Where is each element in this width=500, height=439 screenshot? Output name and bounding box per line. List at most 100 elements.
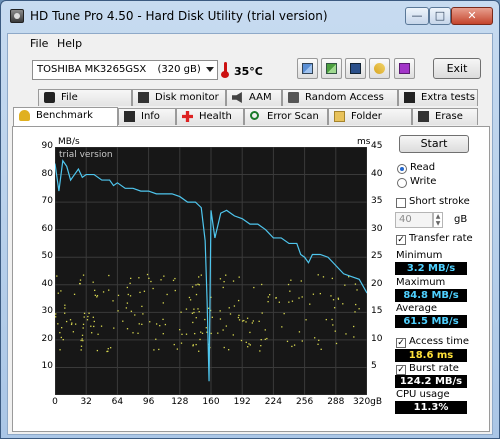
access-time-point [197, 283, 199, 285]
tab-health[interactable]: Health [176, 108, 244, 125]
maximize-button[interactable]: □ [429, 7, 451, 25]
access-time-point [223, 346, 225, 349]
access-time-point [211, 316, 213, 318]
access-time-point [241, 320, 244, 322]
access-time-point [162, 318, 164, 321]
x-tick-label: 96 [142, 397, 155, 407]
access-time-point [314, 337, 316, 339]
access-time-point [201, 332, 204, 334]
stroke-unit: gB [454, 214, 468, 225]
access-time-point [141, 305, 143, 308]
access-time-point [74, 323, 77, 325]
download-button[interactable] [394, 58, 415, 79]
tab-aam[interactable]: AAM [226, 89, 282, 106]
window-title: HD Tune Pro 4.50 - Hard Disk Utility (tr… [30, 9, 328, 23]
access-time-point [132, 332, 134, 334]
read-label: Read [410, 162, 436, 173]
access-time-point [195, 317, 197, 319]
left-tick-label: 90 [41, 141, 53, 151]
menu-help[interactable]: Help [57, 37, 82, 50]
access-time-point [80, 345, 83, 347]
short-stroke-spinner[interactable]: ▲ ▼ [433, 212, 443, 228]
access-time-point [172, 279, 175, 282]
access-time-point [208, 307, 210, 309]
options-button[interactable] [369, 58, 390, 79]
access-time-point [205, 327, 207, 329]
tab-erase[interactable]: Erase [412, 108, 478, 125]
tab-benchmark[interactable]: Benchmark [13, 107, 118, 126]
tab-disk-monitor[interactable]: Disk monitor [132, 89, 226, 106]
access-time-point [191, 312, 194, 314]
access-time-point [281, 326, 283, 328]
access-time-point [152, 287, 154, 290]
access-time-point [166, 293, 168, 296]
access-time-point [275, 297, 277, 299]
disk-monitor-icon [138, 92, 149, 103]
access-time-point [309, 303, 311, 305]
drive-select[interactable]: TOSHIBA MK3265GSX (320 gB) [32, 60, 218, 80]
info-icon [124, 111, 135, 122]
tab-random-access[interactable]: Random Access [282, 89, 398, 106]
access-time-point [245, 341, 247, 344]
start-button[interactable]: Start [399, 135, 469, 153]
menu-file[interactable]: File [30, 37, 48, 50]
copy-button[interactable] [297, 58, 318, 79]
copy-all-button[interactable] [321, 58, 342, 79]
access-time-point [92, 316, 94, 318]
download-icon [399, 63, 410, 74]
access-time-point [57, 323, 59, 325]
short-stroke-checkbox[interactable] [396, 198, 406, 208]
access-time-point [117, 310, 119, 312]
access-time-point [222, 329, 224, 331]
access-time-point [82, 323, 85, 326]
access-time-point [126, 286, 129, 289]
access-time-point [317, 274, 319, 276]
burst-rate-checkbox[interactable]: ✓ [396, 365, 406, 375]
access-time-point [251, 322, 254, 324]
close-button[interactable]: ✕ [451, 7, 493, 25]
tab-extra-tests[interactable]: Extra tests [398, 89, 478, 106]
transfer-rate-checkbox[interactable]: ✓ [396, 235, 406, 245]
access-time-point [217, 332, 219, 334]
tab-error-scan[interactable]: Error Scan [244, 108, 328, 125]
short-stroke-input[interactable]: 40 [395, 212, 433, 228]
save-button[interactable] [345, 58, 366, 79]
write-radio[interactable] [397, 178, 407, 188]
access-time-point [198, 284, 200, 286]
access-time-point [96, 295, 99, 297]
left-tick-label: 70 [41, 196, 53, 207]
access-time-point [108, 289, 110, 291]
access-time-point [219, 310, 221, 312]
title-bar[interactable]: HD Tune Pro 4.50 - Hard Disk Utility (tr… [1, 1, 499, 31]
access-time-point [249, 344, 251, 346]
access-time-point [162, 333, 164, 335]
access-time-point [228, 349, 230, 351]
benchmark-icon [19, 110, 30, 121]
exit-button[interactable]: Exit [433, 58, 481, 79]
tab-folder-usage[interactable]: Folder Usage [328, 108, 412, 137]
right-tick-label: 15 [371, 306, 383, 317]
right-axis-unit: ms [357, 137, 371, 147]
access-time-point [130, 310, 133, 312]
app-icon [10, 9, 24, 23]
access-time-point [122, 320, 124, 322]
access-time-point [56, 275, 58, 277]
left-axis-unit: MB/s [58, 137, 80, 147]
read-radio[interactable] [397, 164, 407, 174]
access-time-point [237, 316, 240, 319]
access-time-checkbox[interactable]: ✓ [396, 338, 406, 348]
access-time-point [193, 311, 195, 314]
magnifier-icon [250, 111, 259, 120]
access-time-point [79, 282, 81, 285]
access-time-point [291, 300, 294, 302]
access-time-point [150, 280, 152, 283]
x-tick-label: 224 [264, 397, 282, 407]
access-time-point [55, 316, 57, 318]
x-tick-label: 64 [111, 397, 124, 407]
maximum-value: 84.8 MB/s [395, 289, 467, 302]
minimize-button[interactable]: — [405, 7, 429, 25]
left-tick-label: 50 [41, 251, 53, 262]
tab-file-benchmark[interactable]: File Benchmark [38, 89, 132, 118]
access-time-point [195, 293, 198, 296]
tab-info[interactable]: Info [118, 108, 176, 125]
